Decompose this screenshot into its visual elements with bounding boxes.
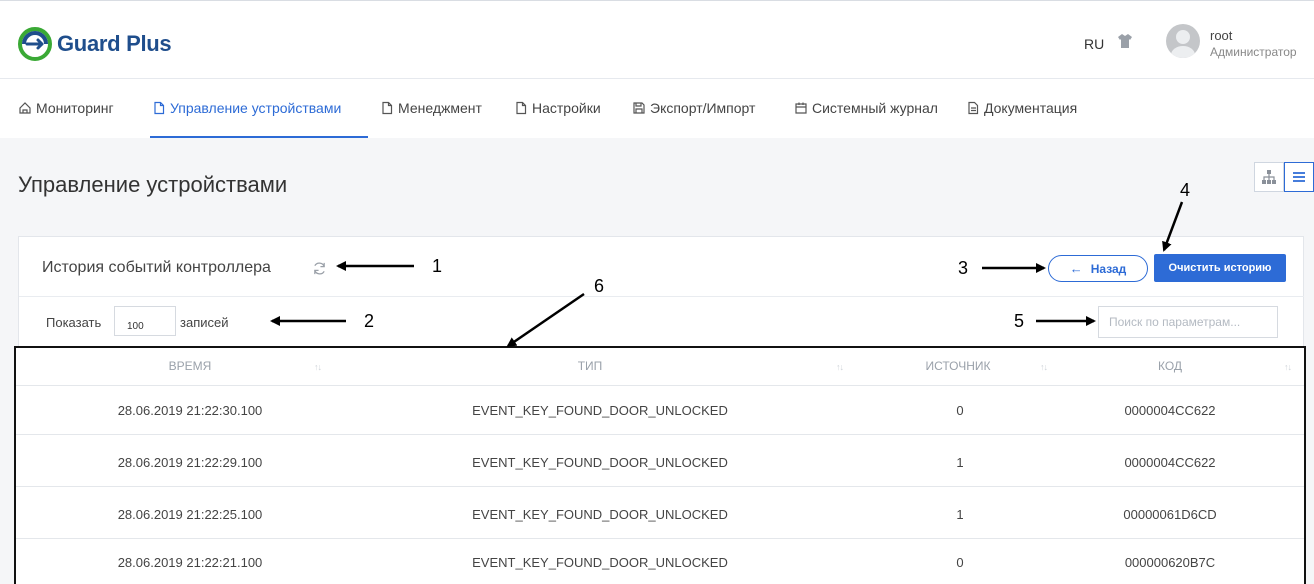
nav-item-management[interactable]: Менеджмент [380, 100, 482, 116]
card-divider [19, 296, 1304, 297]
nav-item-label: Документация [984, 100, 1078, 116]
cell-code: 0000004CC622 [1124, 403, 1216, 418]
file-icon [516, 101, 527, 115]
back-button[interactable]: ← Назад [1048, 255, 1148, 282]
page-title: Управление устройствами [18, 172, 288, 197]
annotation-label-4: 4 [1180, 180, 1191, 200]
logo-mark-icon [18, 27, 52, 61]
cell-time: 28.06.2019 21:22:25.100 [117, 507, 263, 522]
nav-item-system-log[interactable]: Системный журнал [794, 100, 938, 116]
nav-item-export-import[interactable]: Экспорт/Импорт [632, 100, 755, 116]
nav-item-label: Управление устройствами [170, 100, 342, 116]
refresh-icon[interactable] [312, 261, 327, 276]
sitemap-icon [1262, 170, 1276, 184]
user-name[interactable]: root [1210, 28, 1232, 43]
nav-item-monitoring[interactable]: Мониторинг [18, 100, 114, 116]
annotation-label-2: 2 [364, 311, 375, 331]
user-role: Администратор [1210, 45, 1297, 59]
column-header-source[interactable]: ИСТОЧНИК [888, 359, 1028, 373]
cell-source: 0 [956, 403, 964, 418]
calendar-icon [795, 102, 807, 114]
document-icon [968, 101, 979, 115]
column-header-code[interactable]: КОД [1110, 359, 1230, 373]
view-toggle [1254, 162, 1314, 192]
language-switcher[interactable]: RU [1084, 36, 1104, 52]
nav-item-settings[interactable]: Настройки [514, 100, 601, 116]
cell-source: 1 [956, 455, 964, 470]
annotation-label-3: 3 [958, 258, 969, 278]
cell-source: 1 [956, 507, 964, 522]
cell-time: 28.06.2019 21:22:29.100 [117, 455, 263, 470]
sort-icon[interactable]: ↑↓ [1040, 362, 1048, 372]
sort-icon[interactable]: ↑↓ [836, 362, 844, 372]
nav-item-label: Экспорт/Импорт [650, 100, 756, 116]
sort-icon[interactable]: ↑↓ [1284, 362, 1292, 372]
shirt-icon[interactable] [1116, 32, 1134, 50]
search-input[interactable] [1098, 306, 1278, 338]
nav-item-label: Мониторинг [36, 100, 114, 116]
tree-view-button[interactable] [1254, 162, 1284, 192]
arrow-left-icon: ← [1069, 261, 1083, 276]
row-divider [16, 538, 1304, 539]
nav-item-label: Настройки [532, 100, 601, 116]
show-label: Показать [46, 315, 102, 330]
cell-type: EVENT_KEY_FOUND_DOOR_UNLOCKED [472, 507, 728, 522]
cell-type: EVENT_KEY_FOUND_DOOR_UNLOCKED [472, 555, 728, 570]
row-divider [16, 434, 1304, 435]
nav-item-label: Менеджмент [398, 100, 482, 116]
file-icon [154, 101, 165, 115]
cell-code: 00000061D6CD [1123, 507, 1217, 522]
annotation-label-5: 5 [1014, 311, 1025, 331]
cell-type: EVENT_KEY_FOUND_DOOR_UNLOCKED [472, 403, 728, 418]
logo-text: Guard Plus [57, 31, 172, 56]
records-label: записей [180, 315, 229, 330]
cell-source: 0 [956, 555, 964, 570]
clear-history-button[interactable]: Очистить историю [1154, 254, 1286, 282]
logo[interactable]: Guard Plus [18, 27, 172, 61]
cell-code: 000000620B7C [1124, 555, 1216, 570]
nav-item-device-management[interactable]: Управление устройствами [152, 100, 341, 116]
list-view-button[interactable] [1284, 162, 1314, 192]
save-icon [633, 102, 645, 114]
page-size-input[interactable] [114, 306, 176, 336]
file-icon [382, 101, 393, 115]
cell-time: 28.06.2019 21:22:30.100 [117, 403, 263, 418]
home-icon [19, 102, 31, 114]
nav-item-label: Системный журнал [812, 100, 938, 116]
column-header-type[interactable]: ТИП [520, 359, 660, 373]
cell-type: EVENT_KEY_FOUND_DOOR_UNLOCKED [472, 455, 728, 470]
annotation-label-1: 1 [432, 256, 443, 276]
list-icon [1293, 172, 1305, 182]
avatar[interactable] [1166, 24, 1200, 58]
card-title: История событий контроллера [42, 259, 271, 276]
cell-time: 28.06.2019 21:22:21.100 [117, 555, 263, 570]
annotation-label-6: 6 [594, 276, 605, 296]
row-divider [16, 486, 1304, 487]
header-divider [16, 385, 1304, 386]
nav-item-documentation[interactable]: Документация [966, 100, 1077, 116]
column-header-time[interactable]: ВРЕМЯ [120, 359, 260, 373]
sort-icon[interactable]: ↑↓ [314, 362, 322, 372]
back-button-label: Назад [1090, 261, 1127, 276]
cell-code: 0000004CC622 [1124, 455, 1216, 470]
